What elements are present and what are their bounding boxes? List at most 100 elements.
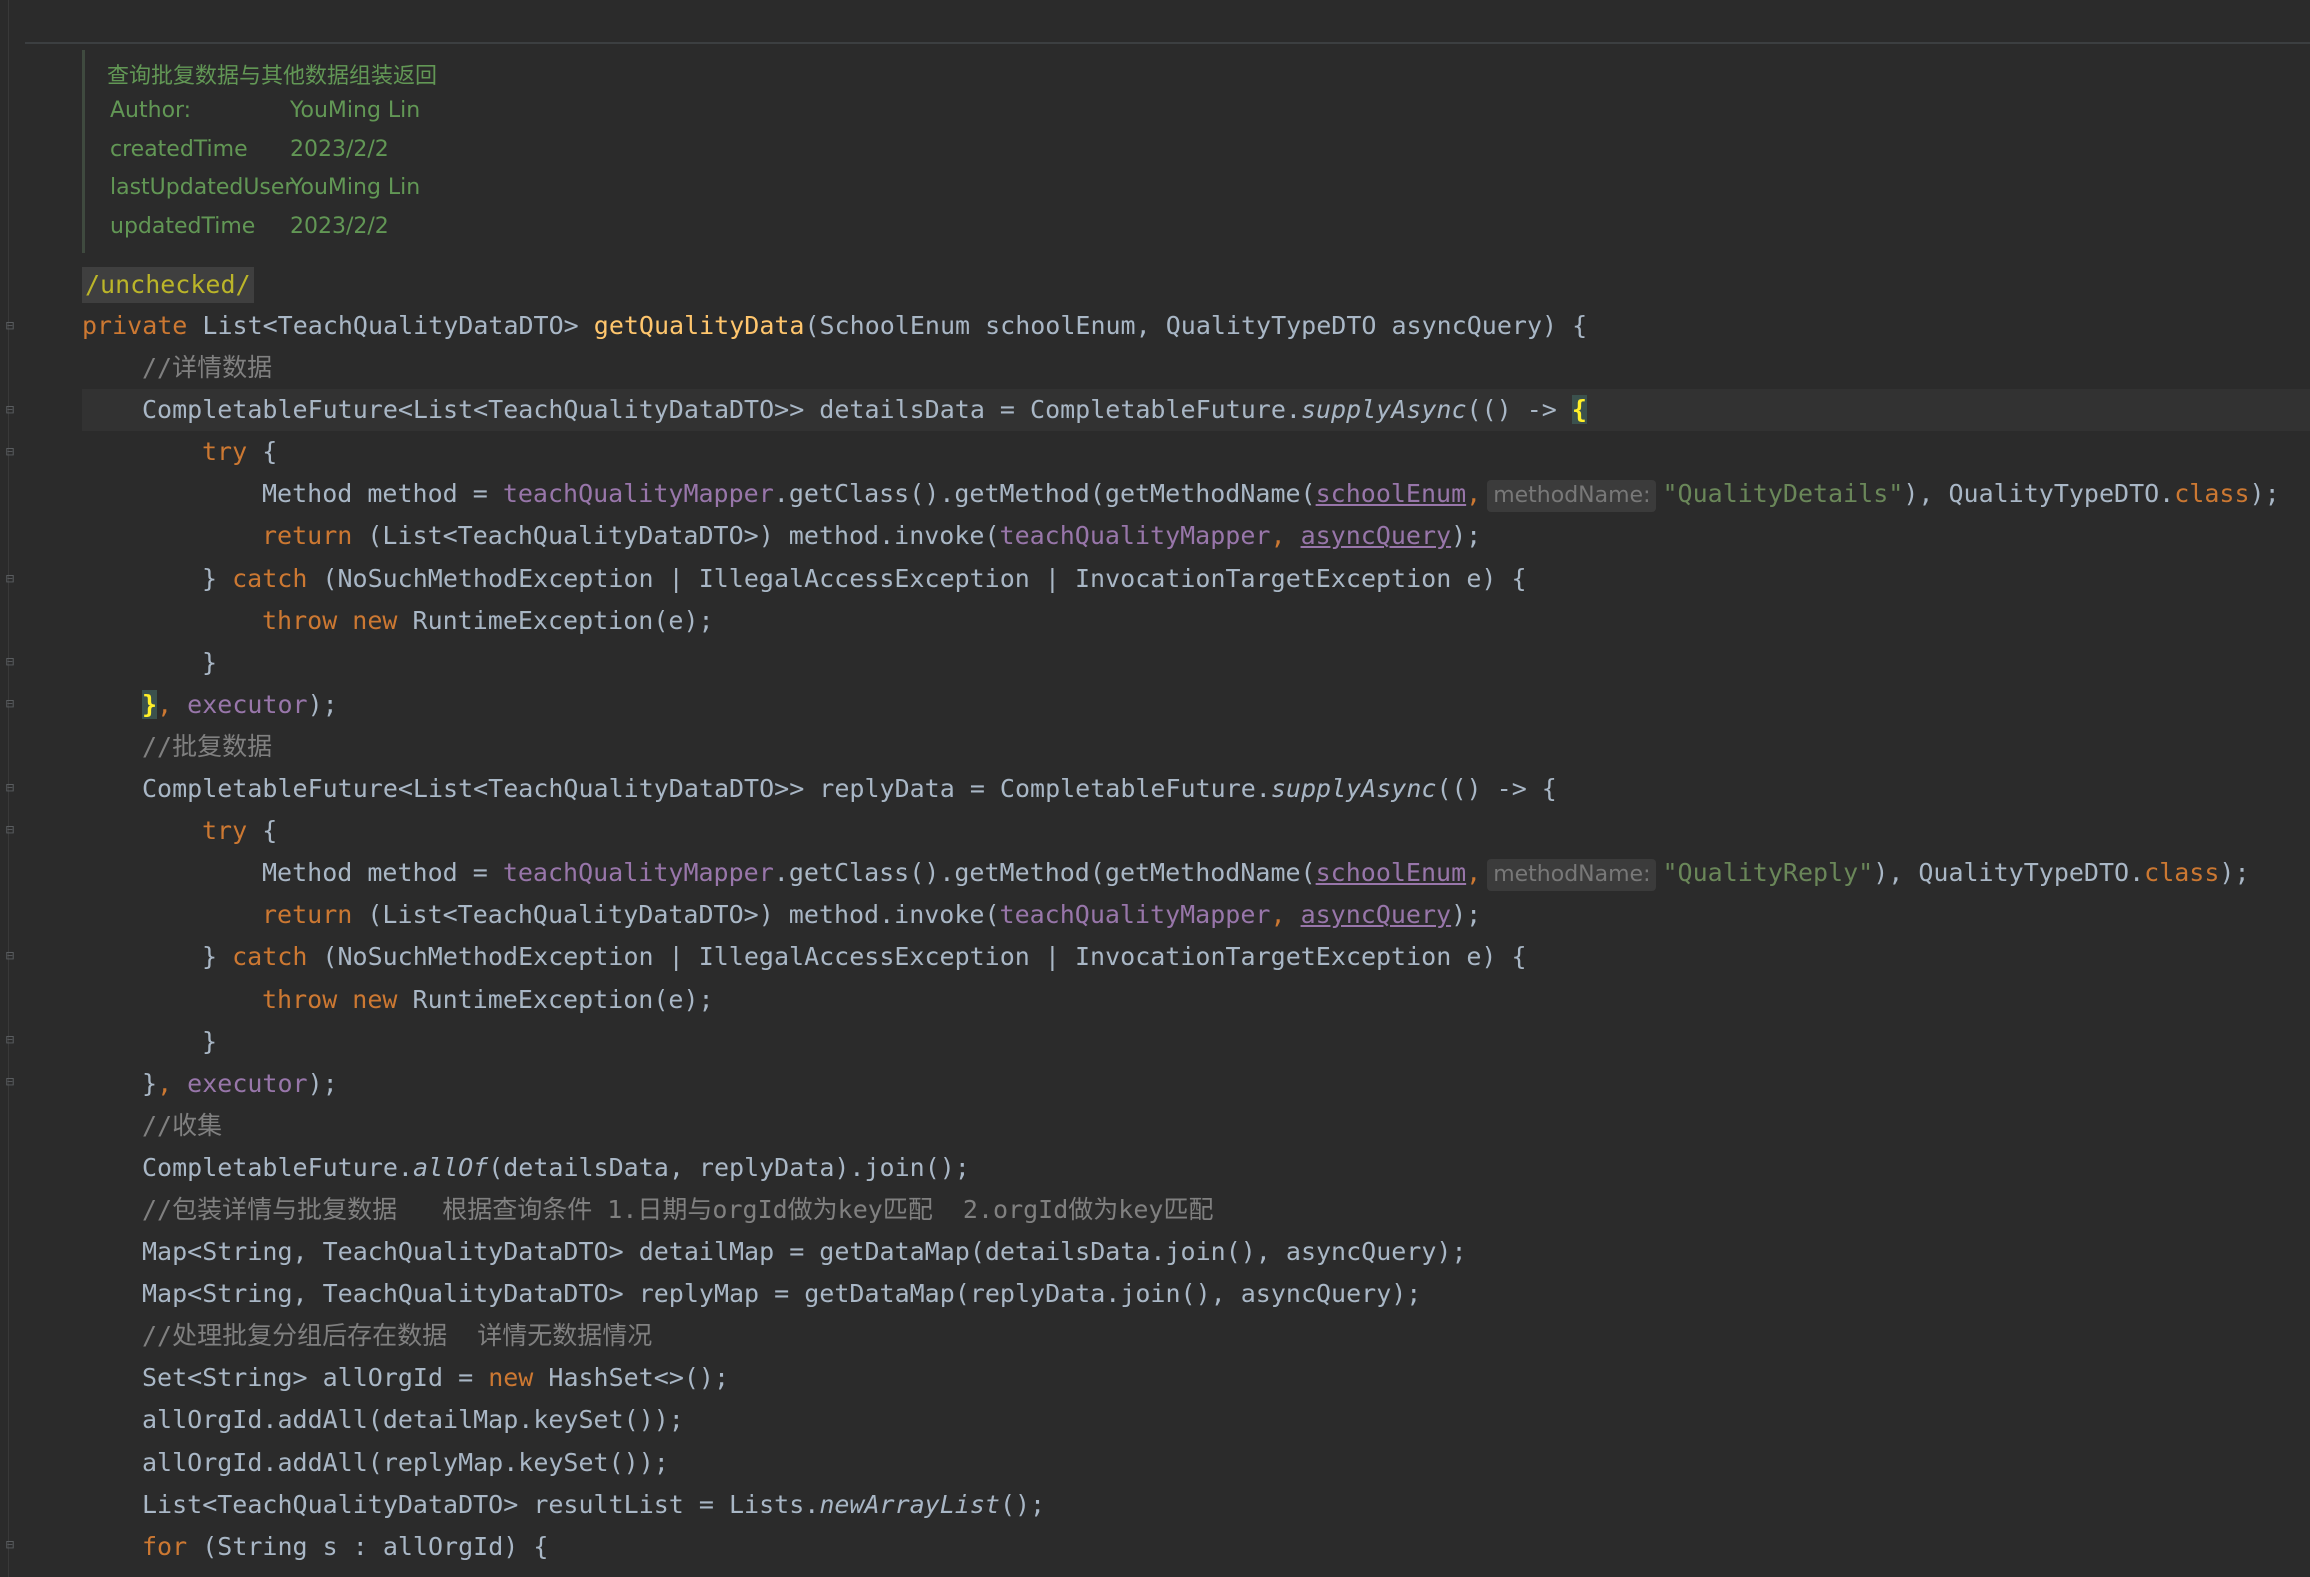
comment-line[interactable]: //收集 <box>82 1105 2310 1147</box>
doc-key: updatedTime <box>110 214 256 239</box>
code-text: ); <box>307 689 338 719</box>
code-line[interactable]: return (List<TeachQualityDataDTO>) metho… <box>82 894 2310 936</box>
keyword: for <box>142 1531 203 1561</box>
fold-icon[interactable]: ⊟ <box>2 571 18 587</box>
comment-line[interactable]: //详情数据 <box>82 347 2310 389</box>
code-text: CompletableFuture<List<TeachQualityDataD… <box>142 774 1271 804</box>
code-line[interactable]: } <box>82 642 2310 684</box>
code-line[interactable]: Map<String, TeachQualityDataDTO> replyMa… <box>82 1273 2310 1315</box>
doc-key: createdTime <box>110 137 248 162</box>
code-line[interactable]: for (String s : allOrgId) { <box>82 1526 2310 1568</box>
keyword: try <box>202 816 248 846</box>
code-line[interactable]: Map<String, TeachQualityDataDTO> detailM… <box>82 1231 2310 1273</box>
code-text: (NoSuchMethodException | IllegalAccessEx… <box>322 563 1527 593</box>
fold-icon[interactable]: ⊟ <box>2 822 18 838</box>
matched-brace: } <box>142 689 158 719</box>
code-line[interactable]: return (List<TeachQualityDataDTO>) metho… <box>82 515 2310 557</box>
doc-value: 2023/2/2 <box>290 214 389 239</box>
code-text: (List<TeachQualityDataDTO>) method.invok… <box>367 521 1000 551</box>
editor-top-separator <box>25 42 2310 44</box>
string-literal: "QualityDetails" <box>1662 479 1904 509</box>
fold-icon[interactable]: ⊟ <box>2 444 18 460</box>
fold-end-icon[interactable]: ⊟ <box>2 1032 18 1048</box>
field-ref: executor <box>187 1068 308 1098</box>
editor-gutter: ⊟ ⊟ ⊟ ⊟ ⊟ ⊟ ⊟ ⊟ ⊟ ⊟ ⊟ ⊟ <box>0 0 22 1577</box>
doc-row: createdTime 2023/2/2 <box>110 137 389 162</box>
code-text: List<TeachQualityDataDTO> resultList = L… <box>142 1489 820 1519</box>
code-text: (SchoolEnum schoolEnum, QualityTypeDTO a… <box>804 311 1588 340</box>
code-text: } <box>202 942 233 972</box>
param-ref: asyncQuery <box>1300 521 1452 551</box>
comment-line[interactable]: //包装详情与批复数据 根据查询条件 1.日期与orgId做为key匹配 2.o… <box>82 1189 2310 1231</box>
keyword: class <box>2144 858 2220 888</box>
code-text: ); <box>1451 521 1482 551</box>
code-text: (); <box>999 1489 1046 1519</box>
code-line[interactable]: } catch (NoSuchMethodException | Illegal… <box>82 558 2310 600</box>
comma: , <box>1466 479 1482 509</box>
doc-value: YouMing Lin <box>290 98 421 123</box>
code-line[interactable]: } catch (NoSuchMethodException | Illegal… <box>82 936 2310 978</box>
fold-icon[interactable]: ⊟ <box>2 402 18 418</box>
code-text: ); <box>2219 858 2250 888</box>
code-line[interactable]: CompletableFuture<List<TeachQualityDataD… <box>82 768 2310 810</box>
code-text: } <box>202 563 233 593</box>
comma: , <box>1270 900 1301 930</box>
code-line[interactable]: Method method = teachQualityMapper.getCl… <box>82 852 2310 894</box>
keyword: catch <box>232 942 323 972</box>
keyword: throw new <box>262 984 413 1014</box>
code-line[interactable]: Method method = teachQualityMapper.getCl… <box>82 473 2310 515</box>
code-text: Method method = <box>262 858 503 888</box>
current-code-line[interactable]: CompletableFuture<List<TeachQualityDataD… <box>82 389 2310 432</box>
static-method: supplyAsync <box>1270 774 1437 804</box>
code-text: (List<TeachQualityDataDTO>) method.invok… <box>367 900 1000 930</box>
code-line[interactable]: allOrgId.addAll(detailMap.keySet()); <box>82 1399 2310 1441</box>
code-text: CompletableFuture<List<TeachQualityDataD… <box>142 395 1301 425</box>
keyword: return <box>262 521 368 551</box>
keyword: new <box>488 1363 549 1393</box>
comment-line[interactable]: //处理批复分组后存在数据 详情无数据情况 <box>82 1315 2310 1357</box>
code-line[interactable]: private List<TeachQualityDataDTO> getQua… <box>82 305 2310 347</box>
code-line[interactable]: Set<String> allOrgId = new HashSet<>(); <box>82 1357 2310 1399</box>
keyword: throw new <box>262 605 413 635</box>
parameter-hint: methodName: <box>1487 480 1657 513</box>
fold-end-icon[interactable]: ⊟ <box>2 1074 18 1090</box>
code-line[interactable]: } <box>82 1021 2310 1063</box>
doc-value: 2023/2/2 <box>290 137 389 162</box>
static-method: newArrayList <box>819 1489 1000 1519</box>
fold-end-icon[interactable]: ⊟ <box>2 696 18 712</box>
fold-icon[interactable]: ⊟ <box>2 318 18 334</box>
param-ref: schoolEnum <box>1315 858 1467 888</box>
comment-line[interactable]: //批复数据 <box>82 726 2310 768</box>
code-line[interactable]: }, executor); <box>82 1063 2310 1105</box>
code-line[interactable]: List<TeachQualityDataDTO> resultList = L… <box>82 1484 2310 1526</box>
field-ref: teachQualityMapper <box>999 521 1271 551</box>
code-line[interactable]: allOrgId.addAll(replyMap.keySet()); <box>82 1442 2310 1484</box>
fold-icon[interactable]: ⊟ <box>2 948 18 964</box>
field-ref: teachQualityMapper <box>999 900 1271 930</box>
code-line[interactable]: throw new RuntimeException(e); <box>82 600 2310 642</box>
field-ref: teachQualityMapper <box>502 479 774 509</box>
code-text: (detailsData, replyData).join(); <box>488 1152 970 1182</box>
fold-icon[interactable]: ⊟ <box>2 1537 18 1553</box>
code-line[interactable]: CompletableFuture.allOf(detailsData, rep… <box>82 1147 2310 1189</box>
doc-row: updatedTime 2023/2/2 <box>110 214 389 239</box>
matched-brace: { <box>1571 395 1587 425</box>
code-line[interactable]: try { <box>82 810 2310 852</box>
code-text: HashSet<>(); <box>548 1363 730 1393</box>
comma: , <box>1466 858 1482 888</box>
doc-row: Author: YouMing Lin <box>110 98 420 123</box>
code-text: } <box>142 1068 158 1098</box>
code-editor[interactable]: private List<TeachQualityDataDTO> getQua… <box>82 305 2310 1568</box>
fold-icon[interactable]: ⊟ <box>2 780 18 796</box>
code-text: { <box>247 816 278 846</box>
comma: , <box>1270 521 1301 551</box>
code-line[interactable]: try { <box>82 431 2310 473</box>
code-line[interactable]: }, executor); <box>82 684 2310 726</box>
code-text: (NoSuchMethodException | IllegalAccessEx… <box>322 942 1527 972</box>
fold-end-icon[interactable]: ⊟ <box>2 654 18 670</box>
code-line[interactable]: throw new RuntimeException(e); <box>82 979 2310 1021</box>
annotation-unchecked[interactable]: /unchecked/ <box>82 267 254 303</box>
method-name: getQualityData <box>593 311 805 340</box>
code-text: ), QualityTypeDTO. <box>1903 479 2175 509</box>
code-text: (() -> { <box>1436 774 1557 804</box>
